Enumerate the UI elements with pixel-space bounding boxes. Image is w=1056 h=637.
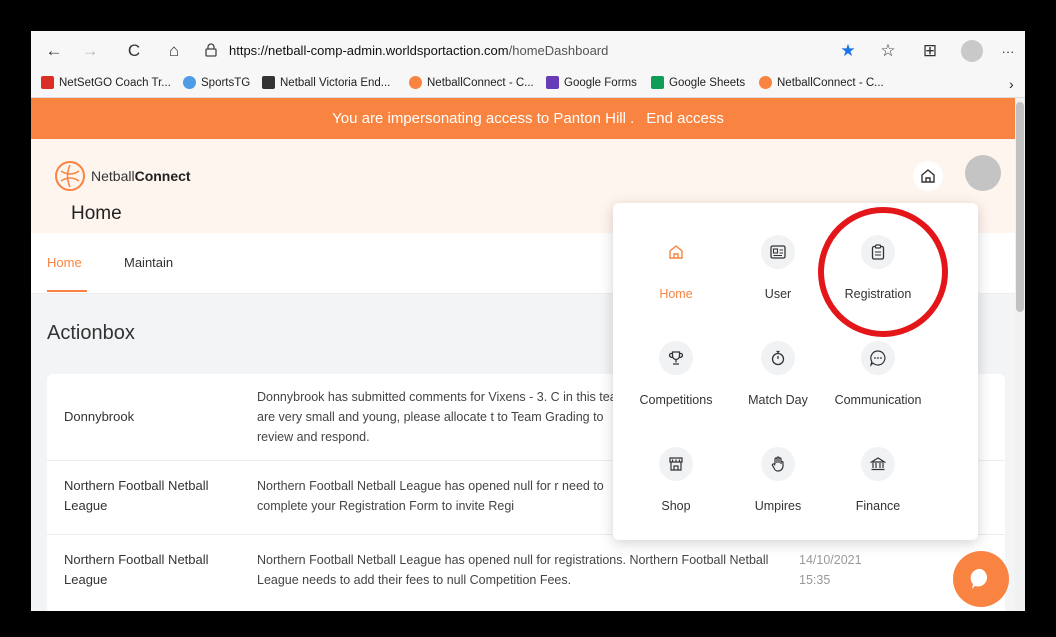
sportstg-icon — [183, 76, 196, 89]
row-message: Northern Football Netball League has ope… — [257, 553, 769, 587]
netball-icon — [759, 76, 772, 89]
tab-home[interactable]: Home — [47, 255, 82, 270]
page-title: Home — [71, 203, 122, 224]
row-date: 14/10/2021 15:35 — [799, 553, 862, 587]
menu-item-label: User — [764, 287, 792, 301]
menu-item-label: Home — [659, 287, 693, 301]
logo-text: NetballConnect — [91, 168, 191, 184]
google-sheets-icon — [651, 76, 664, 89]
menu-item-user[interactable]: User — [723, 235, 833, 325]
bookmark-label: NetSetGO Coach Tr... — [59, 76, 171, 89]
row-org: Donnybrook — [64, 409, 135, 424]
gmail-icon — [41, 76, 54, 89]
home-icon — [659, 235, 693, 269]
scrollbar-thumb[interactable] — [1016, 102, 1024, 312]
bookmark-item[interactable]: NetballConnect - C... — [409, 76, 534, 89]
chevron-right-icon[interactable]: › — [1009, 76, 1014, 92]
url-bar[interactable]: https://netball-comp-admin.worldsportact… — [199, 37, 919, 65]
avatar[interactable] — [965, 155, 1001, 191]
collections-icon[interactable]: ⊞ — [919, 40, 941, 62]
menu-item-label: Match Day — [748, 393, 808, 407]
menu-item-competitions[interactable]: Competitions — [621, 341, 731, 431]
row-org: Northern Football Netball League — [64, 478, 209, 513]
menu-item-communication[interactable]: Communication — [823, 341, 933, 431]
chat-icon — [861, 341, 895, 375]
bookmark-label: NetballConnect - C... — [427, 76, 534, 89]
bookmark-label: NetballConnect - C... — [777, 76, 884, 89]
menu-item-label: Umpires — [754, 499, 802, 513]
browser-home-icon[interactable]: ⌂ — [163, 40, 185, 62]
url-text: https://netball-comp-admin.worldsportact… — [229, 43, 608, 58]
logo[interactable]: NetballConnect — [55, 161, 191, 191]
tab-maintain[interactable]: Maintain — [124, 255, 173, 270]
logo-prefix: Netball — [91, 168, 135, 184]
bookmark-item[interactable]: NetballConnect - C... — [759, 76, 884, 89]
bookmarks-bar: NetSetGO Coach Tr... SportsTG Netball Vi… — [31, 71, 1025, 98]
menu-item-home[interactable]: Home — [621, 235, 731, 325]
star-icon[interactable]: ★ — [837, 40, 859, 62]
forward-icon[interactable]: → — [79, 40, 101, 62]
chat-bubble-icon — [970, 568, 988, 589]
scrollbar[interactable] — [1015, 98, 1025, 611]
netball-logo-icon — [55, 161, 85, 191]
google-forms-icon — [546, 76, 559, 89]
back-icon[interactable]: ← — [43, 40, 65, 62]
stopwatch-icon — [761, 341, 795, 375]
highlight-circle — [818, 207, 948, 337]
bookmark-item[interactable]: SportsTG — [183, 76, 250, 89]
actionbox-title: Actionbox — [47, 322, 135, 344]
impersonation-banner: You are impersonating access to Panton H… — [31, 98, 1025, 139]
address-bar-row: ← → C ⌂ https://netball-comp-admin.world… — [31, 31, 1025, 71]
end-access-link[interactable]: End access — [646, 110, 724, 127]
logo-bold: Connect — [134, 168, 191, 184]
netball-icon — [409, 76, 422, 89]
bookmark-label: Google Forms — [564, 76, 637, 89]
bank-icon — [861, 447, 895, 481]
menu-item-label: Finance — [855, 499, 901, 513]
more-icon[interactable]: ··· — [997, 40, 1019, 62]
bookmark-label: Netball Victoria End... — [280, 76, 391, 89]
row-message: Donnybrook has submitted comments for Vi… — [257, 390, 628, 444]
favorites-icon[interactable]: ☆ — [877, 40, 899, 62]
banner-message: You are impersonating access to Panton H… — [332, 110, 635, 127]
menu-item-shop[interactable]: Shop — [621, 447, 731, 537]
bookmark-item[interactable]: Google Sheets — [651, 76, 745, 89]
menu-item-match-day[interactable]: Match Day — [723, 341, 833, 431]
table-row[interactable]: Northern Football Netball League Norther… — [47, 534, 1005, 611]
bookmark-label: Google Sheets — [669, 76, 746, 89]
url-path: /homeDashboard — [508, 43, 609, 58]
user-card-icon — [761, 235, 795, 269]
hand-icon — [761, 447, 795, 481]
chat-launcher-button[interactable] — [953, 551, 1009, 607]
bookmark-item[interactable]: Netball Victoria End... — [262, 76, 390, 89]
active-tab-indicator — [47, 290, 87, 292]
profile-icon[interactable] — [961, 40, 983, 62]
page-icon — [262, 76, 275, 89]
bookmark-item[interactable]: NetSetGO Coach Tr... — [41, 76, 171, 89]
refresh-icon[interactable]: C — [123, 40, 145, 62]
bookmark-item[interactable]: Google Forms — [546, 76, 637, 89]
shop-icon — [659, 447, 693, 481]
lock-icon — [205, 43, 217, 57]
menu-item-label: Communication — [834, 393, 922, 407]
trophy-icon — [659, 341, 693, 375]
home-icon[interactable] — [913, 161, 943, 191]
row-message: Northern Football Netball League has ope… — [257, 479, 604, 513]
menu-item-finance[interactable]: Finance — [823, 447, 933, 537]
menu-item-label: Competitions — [639, 393, 713, 407]
url-domain: https://netball-comp-admin.worldsportact… — [229, 43, 509, 58]
row-org: Northern Football Netball League — [64, 552, 209, 587]
menu-item-label: Shop — [661, 499, 691, 513]
browser-window: ← → C ⌂ https://netball-comp-admin.world… — [31, 31, 1025, 611]
menu-item-umpires[interactable]: Umpires — [723, 447, 833, 537]
bookmark-label: SportsTG — [201, 76, 251, 89]
